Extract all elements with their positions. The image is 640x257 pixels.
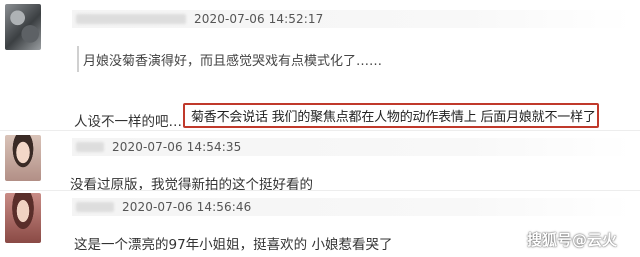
user-avatar-3[interactable] [5, 193, 41, 243]
username-blurred[interactable] [76, 142, 104, 152]
username-blurred[interactable] [76, 202, 114, 212]
comment-1-reply-text: 人设不一样的吧…… [74, 114, 196, 130]
username-blurred[interactable] [76, 14, 186, 24]
comment-divider [0, 190, 640, 191]
sohu-watermark: 搜狐号@云火 [527, 231, 618, 249]
user-avatar-2[interactable] [5, 135, 41, 181]
comment-divider [0, 130, 640, 131]
comment-3-meta: 2020-07-06 14:56:46 [72, 198, 632, 216]
comment-2-timestamp: 2020-07-06 14:54:35 [112, 140, 242, 154]
comment-2-meta: 2020-07-06 14:54:35 [72, 138, 632, 156]
quoted-comment-text: 月娘没菊香演得好，而且感觉哭戏有点模式化了…… [83, 54, 383, 69]
comment-3-text: 这是一个漂亮的97年小姐姐，挺喜欢的 小娘惹看哭了 [74, 237, 393, 253]
highlighted-reply-box: 菊香不会说话 我们的聚焦点都在人物的动作表情上 后面月娘就不一样了 [183, 103, 599, 128]
comment-3-timestamp: 2020-07-06 14:56:46 [122, 200, 252, 214]
comment-1-timestamp: 2020-07-06 14:52:17 [194, 12, 324, 26]
quoted-comment: 月娘没菊香演得好，而且感觉哭戏有点模式化了…… [77, 46, 639, 72]
highlighted-reply-text: 菊香不会说话 我们的聚焦点都在人物的动作表情上 后面月娘就不一样了 [191, 110, 596, 125]
user-avatar-1[interactable] [5, 4, 41, 50]
comment-1-meta: 2020-07-06 14:52:17 [72, 10, 632, 28]
